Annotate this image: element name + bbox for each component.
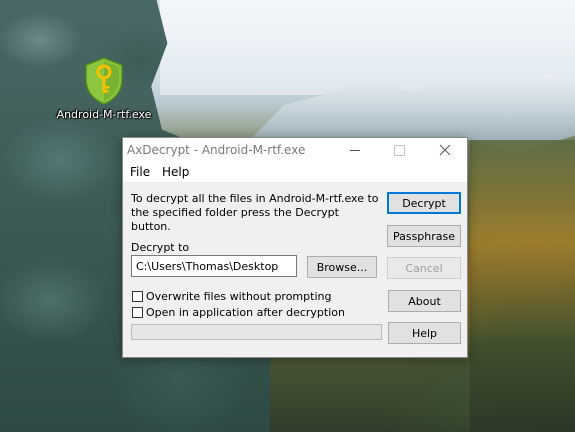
checkbox-box[interactable] [132, 291, 143, 302]
passphrase-button[interactable]: Passphrase [387, 225, 461, 247]
maximize-button[interactable] [377, 138, 421, 162]
decrypt-button[interactable]: Decrypt [387, 192, 461, 214]
overwrite-files-label: Overwrite files without prompting [146, 290, 332, 303]
title-bar[interactable]: AxDecrypt - Android-M-rtf.exe [123, 138, 467, 162]
axdecrypt-dialog: AxDecrypt - Android-M-rtf.exe File Help … [122, 137, 468, 358]
checkbox-box[interactable] [132, 307, 143, 318]
minimize-button[interactable] [333, 138, 377, 162]
maximize-icon [393, 144, 405, 156]
decrypt-to-label: Decrypt to [131, 241, 190, 254]
cancel-button[interactable]: Cancel [387, 257, 461, 279]
overwrite-files-checkbox[interactable]: Overwrite files without prompting [132, 290, 331, 303]
menu-file[interactable]: File [130, 165, 150, 179]
instructions-text: To decrypt all the files in Android-M-rt… [131, 192, 379, 233]
desktop-file-label: Android-M-rtf.exe [56, 108, 152, 121]
window-title: AxDecrypt - Android-M-rtf.exe [127, 143, 306, 157]
menu-help[interactable]: Help [162, 165, 189, 179]
desktop-file-icon[interactable]: Android-M-rtf.exe [52, 56, 156, 121]
about-button[interactable]: About [388, 290, 461, 312]
minimize-icon [350, 149, 360, 151]
help-button[interactable]: Help [388, 322, 461, 344]
close-button[interactable] [423, 138, 467, 162]
open-after-decryption-checkbox[interactable]: Open in application after decryption [132, 306, 345, 319]
close-icon [439, 144, 451, 156]
decrypt-to-path-input[interactable] [131, 255, 297, 277]
menu-bar: File Help [123, 162, 467, 182]
open-after-decryption-label: Open in application after decryption [146, 306, 345, 319]
progress-bar [131, 324, 382, 340]
browse-button[interactable]: Browse... [307, 256, 377, 278]
wallpaper-sky [160, 0, 575, 95]
wallpaper-autumn-trees [470, 140, 575, 432]
axcrypt-shield-key-icon [85, 57, 123, 105]
